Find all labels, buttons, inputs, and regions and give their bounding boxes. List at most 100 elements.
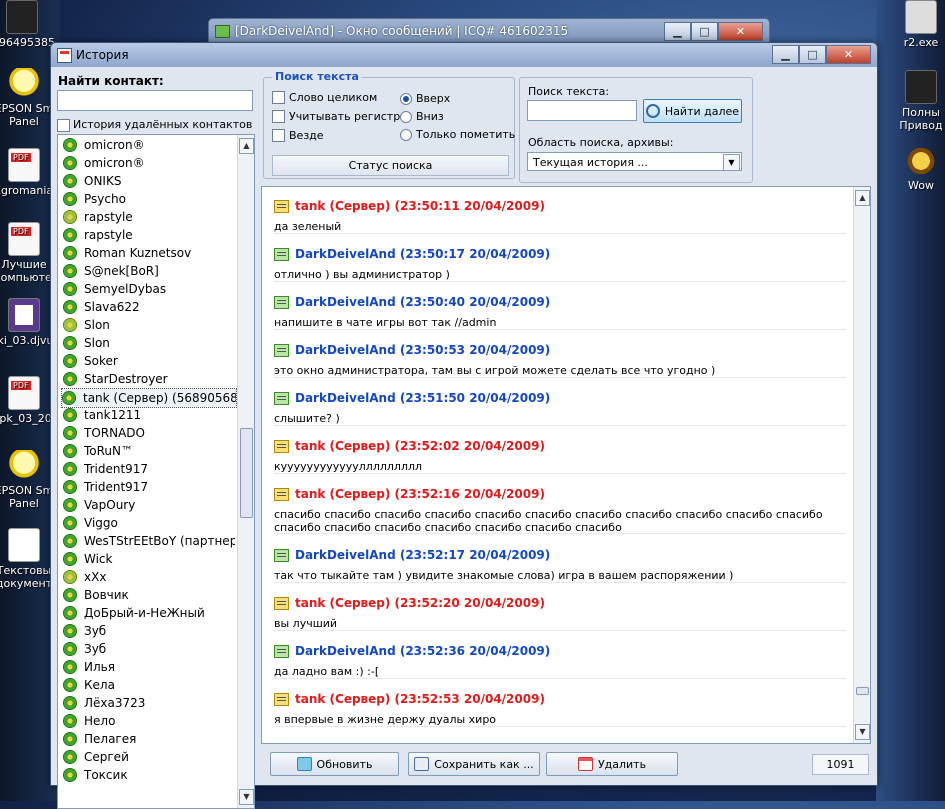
contact-item[interactable]: WesTStrEEtBoY (партнер <box>63 532 235 550</box>
contact-item[interactable]: ToRuN™ <box>63 442 235 460</box>
contact-item[interactable]: StarDestroyer <box>63 370 235 388</box>
contact-item[interactable]: Trident917 <box>63 478 235 496</box>
contact-item[interactable]: ДоБрый-и-НеЖный <box>63 604 235 622</box>
scroll-thumb[interactable] <box>240 428 253 518</box>
contact-name: omicron® <box>84 156 145 170</box>
radio-off-icon[interactable] <box>400 128 412 141</box>
contact-item[interactable]: Зуб <box>63 622 235 640</box>
checkbox-icon[interactable] <box>272 110 285 123</box>
history-log[interactable]: tank (Сервер) (23:50:11 20/04/2009) да зе… <box>261 186 871 744</box>
match-case-checkbox[interactable]: Учитывать регистр <box>272 110 400 123</box>
refresh-button[interactable]: Обновить <box>270 752 399 776</box>
checkbox-icon[interactable] <box>272 91 285 104</box>
desktop-icon[interactable]: EPSON Sm Panel <box>0 68 54 128</box>
doc-icon <box>8 528 40 562</box>
contact-item[interactable]: Вовчик <box>63 586 235 604</box>
find-contact-input[interactable] <box>57 90 253 111</box>
contact-item[interactable]: Wick <box>63 550 235 568</box>
search-text-input[interactable] <box>527 100 637 121</box>
delete-button[interactable]: Удалить <box>546 752 678 776</box>
radio-on-icon[interactable] <box>400 92 412 105</box>
contact-item[interactable]: omicron® <box>63 154 235 172</box>
only-mark-radio[interactable]: Только пометить <box>400 128 515 141</box>
desktop-icon[interactable]: Egromania_ <box>0 148 59 197</box>
contact-list-scrollbar[interactable]: ▲ ▼ <box>237 135 254 808</box>
contact-item[interactable]: ONIKS <box>63 172 235 190</box>
contact-list[interactable]: omicron® omicron® ONIKS Psycho rapstyle rapst… <box>57 134 255 809</box>
desktop-icon[interactable]: Текстовы документ <box>0 528 54 590</box>
contact-item[interactable]: Slava622 <box>63 298 235 316</box>
scroll-down-icon[interactable]: ▼ <box>239 789 254 805</box>
contact-item[interactable]: rapstyle <box>63 208 235 226</box>
scroll-up-icon[interactable]: ▲ <box>239 138 254 154</box>
close-button[interactable]: ✕ <box>718 22 763 41</box>
contact-item[interactable]: S@nek[BoR] <box>63 262 235 280</box>
deleted-history-checkbox[interactable]: История удалённых контактов <box>57 118 252 132</box>
whole-word-checkbox[interactable]: Слово целиком <box>272 91 377 104</box>
desktop-icon[interactable]: Wow <box>898 145 944 192</box>
search-status-button[interactable]: Статус поиска <box>272 155 509 176</box>
contact-item[interactable]: xXx <box>63 568 235 586</box>
direction-up-radio[interactable]: Вверх <box>400 92 450 105</box>
pdf-icon <box>8 148 40 182</box>
desktop-icon[interactable]: 396495385 <box>0 0 55 49</box>
history-titlebar[interactable]: История ▁ □ ✕ <box>51 43 877 67</box>
message-sender-time: DarkDeivelAnd (23:52:36 20/04/2009) <box>295 644 551 658</box>
search-options-group: Поиск текста Слово целиком Учитывать рег… <box>263 70 515 179</box>
contact-item[interactable]: VapOury <box>63 496 235 514</box>
maximize-button[interactable]: □ <box>799 45 826 64</box>
desktop-icon[interactable]: EPSON Sm Panel <box>0 450 54 510</box>
desktop-icon[interactable]: Лучшие компьютер <box>0 222 59 284</box>
contact-item[interactable]: Токсик <box>63 766 235 784</box>
everywhere-checkbox[interactable]: Везде <box>272 129 324 142</box>
checkbox-icon[interactable] <box>272 129 285 142</box>
history-window-title: История <box>76 48 129 62</box>
close-button[interactable]: ✕ <box>826 45 871 64</box>
contact-item[interactable]: Psycho <box>63 190 235 208</box>
contact-item[interactable]: omicron® <box>63 136 235 154</box>
scroll-up-icon[interactable]: ▲ <box>855 190 870 206</box>
contact-item[interactable]: SemyelDybas <box>63 280 235 298</box>
desktop-icon[interactable]: r2.exe <box>898 0 944 49</box>
contact-item[interactable]: tank (Сервер) (56890568) <box>61 388 237 408</box>
desktop-icon[interactable]: lpk_03_20 <box>0 376 54 425</box>
contact-item[interactable]: TORNADO <box>63 424 235 442</box>
direction-down-radio[interactable]: Вниз <box>400 110 444 123</box>
find-next-button[interactable]: Найти далее <box>643 99 742 123</box>
checkbox-icon[interactable] <box>57 118 70 132</box>
contact-item[interactable]: rapstyle <box>63 226 235 244</box>
contact-item[interactable]: Кела <box>63 676 235 694</box>
contact-item[interactable]: tank1211 <box>63 406 235 424</box>
contact-item[interactable]: Пелагея <box>63 730 235 748</box>
icq-online-icon <box>63 354 77 368</box>
contact-item[interactable]: Soker <box>63 352 235 370</box>
contact-item[interactable]: Viggo <box>63 514 235 532</box>
radio-off-icon[interactable] <box>400 110 412 123</box>
search-area-select[interactable]: Текущая история ... ▼ <box>527 152 742 171</box>
contact-item[interactable]: Нело <box>63 712 235 730</box>
contact-name: Нело <box>84 714 116 728</box>
contact-name: Psycho <box>84 192 126 206</box>
save-as-button[interactable]: Сохранить как ... <box>408 752 540 776</box>
desktop-icon[interactable]: Полны Привод <box>898 70 944 132</box>
contact-item[interactable]: Зуб <box>63 640 235 658</box>
log-scrollbar[interactable]: ▲ ▼ <box>853 187 870 743</box>
contact-item[interactable]: Сергей <box>63 748 235 766</box>
maximize-button[interactable]: □ <box>691 22 718 41</box>
contact-item[interactable]: Slon <box>63 334 235 352</box>
scroll-down-icon[interactable]: ▼ <box>855 724 870 740</box>
message-window-icon <box>215 25 230 38</box>
contact-item[interactable]: Trident917 <box>63 460 235 478</box>
minimize-button[interactable]: ▁ <box>772 45 799 64</box>
contact-item[interactable]: Slon <box>63 316 235 334</box>
contact-item[interactable]: Илья <box>63 658 235 676</box>
contact-name: Кела <box>84 678 115 692</box>
desktop-icon[interactable]: lki_03.djvu <box>0 298 54 347</box>
contact-item[interactable]: Лёха3723 <box>63 694 235 712</box>
contact-name: tank1211 <box>84 408 142 422</box>
minimize-button[interactable]: ▁ <box>664 22 691 41</box>
scroll-thumb[interactable] <box>856 687 869 695</box>
contact-item[interactable]: Roman Kuznetsov <box>63 244 235 262</box>
chevron-down-icon[interactable]: ▼ <box>723 154 740 171</box>
message-text: я впервые в жизне держу дуалы хиро <box>274 713 497 726</box>
